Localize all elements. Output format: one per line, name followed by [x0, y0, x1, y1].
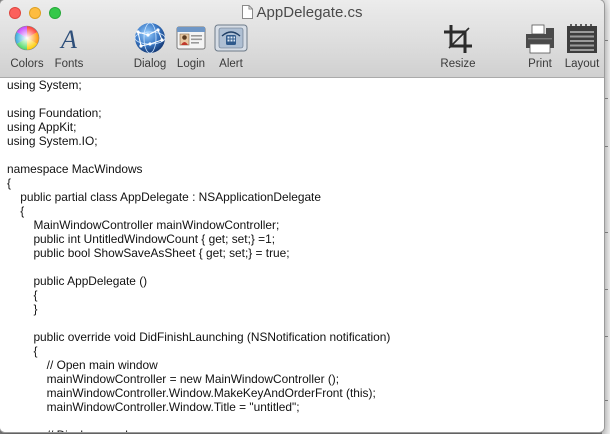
toolbar-login-label: Login: [176, 58, 206, 70]
font-italic-a-icon: A: [56, 24, 82, 55]
code-line: namespace MacWindows: [7, 162, 143, 176]
toolbar-print-button[interactable]: Print: [521, 22, 559, 74]
code-line: public override void DidFinishLaunching …: [7, 330, 391, 344]
code-line: using Foundation;: [7, 106, 102, 120]
code-line: using System.IO;: [7, 134, 98, 148]
code-text[interactable]: using System; using Foundation; using AppK…: [0, 78, 604, 432]
toolbar-resize-button[interactable]: Resize: [436, 22, 480, 74]
svg-text:A: A: [59, 25, 77, 52]
code-line: // Display panel: [7, 428, 604, 432]
code-line: public bool ShowSaveAsSheet { get; set;}…: [7, 246, 290, 260]
code-line: {: [7, 176, 11, 190]
window-title: AppDelegate.cs: [0, 4, 604, 23]
color-wheel-icon: [13, 24, 41, 55]
toolbar-print-label: Print: [528, 58, 552, 70]
app-window: AppDelegate.cs Colors A Fonts Dialog Log…: [0, 0, 604, 432]
id-card-icon: [176, 24, 206, 55]
code-line: using System;: [7, 78, 82, 92]
phone-device-icon: [214, 24, 248, 55]
toolbar-colors-label: Colors: [10, 58, 44, 70]
code-line: {: [7, 204, 25, 218]
code-line: public partial class AppDelegate : NSApp…: [7, 190, 321, 204]
code-line: mainWindowController = new MainWindowCon…: [7, 372, 340, 386]
title-bar: AppDelegate.cs Colors A Fonts Dialog Log…: [0, 0, 604, 78]
toolbar-fonts-label: Fonts: [54, 58, 84, 70]
crop-icon: [443, 24, 473, 57]
code-line: // Open main window: [7, 358, 158, 372]
toolbar-fonts-button[interactable]: A Fonts: [50, 22, 88, 74]
code-line: MainWindowController mainWindowControlle…: [7, 218, 280, 232]
code-line: using AppKit;: [7, 120, 77, 134]
window-title-text: AppDelegate.cs: [256, 4, 363, 21]
notepad-icon: [566, 24, 598, 57]
code-line: {: [7, 344, 38, 358]
globe-network-icon: [134, 22, 166, 57]
toolbar-colors-button[interactable]: Colors: [6, 22, 48, 74]
code-line: {: [7, 288, 38, 302]
toolbar-layout-button[interactable]: Layout: [561, 22, 603, 74]
toolbar-alert-button[interactable]: Alert: [212, 22, 250, 74]
toolbar-resize-label: Resize: [440, 58, 476, 70]
code-line: }: [7, 302, 38, 316]
toolbar-alert-label: Alert: [219, 58, 243, 70]
code-line: public int UntitledWindowCount { get; se…: [7, 232, 276, 246]
code-line: public AppDelegate (): [7, 274, 148, 288]
code-line: mainWindowController.Window.Title = "unt…: [7, 400, 300, 414]
code-editor[interactable]: using System; using Foundation; using AppK…: [0, 78, 604, 432]
toolbar-dialog-label: Dialog: [133, 58, 167, 70]
code-line: mainWindowController.Window.MakeKeyAndOr…: [7, 386, 376, 400]
toolbar-dialog-button[interactable]: Dialog: [130, 22, 170, 74]
toolbar-layout-label: Layout: [564, 58, 600, 70]
document-icon: [241, 5, 253, 23]
printer-icon: [524, 24, 556, 57]
toolbar-login-button[interactable]: Login: [172, 22, 210, 74]
